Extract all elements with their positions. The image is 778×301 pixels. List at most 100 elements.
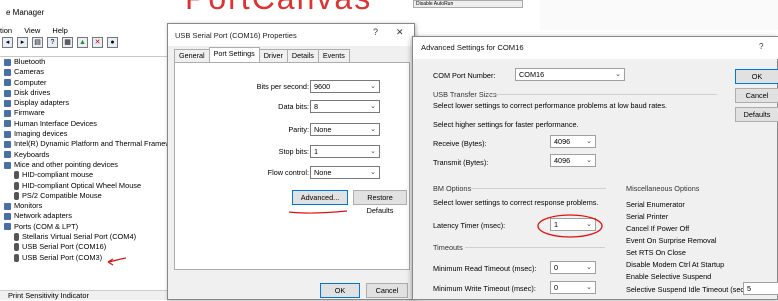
com-port-select[interactable]: COM16 ⌄ <box>515 68 625 81</box>
misc-enable-selective-suspend[interactable]: Enable Selective Suspend <box>626 272 711 281</box>
advanced-defaults-button[interactable]: Defaults <box>735 107 778 122</box>
menu-action[interactable]: tion <box>0 26 12 35</box>
tree-item-label: Intel(R) Dynamic Platform and Thermal Fr… <box>14 139 182 149</box>
device-icon <box>4 130 11 138</box>
tree-item[interactable]: Cameras <box>0 67 170 77</box>
write-timeout-value: 0 <box>554 283 559 292</box>
properties-ok-button[interactable]: OK <box>320 283 360 298</box>
stop-bits-select[interactable]: 1 ⌄ <box>310 145 380 158</box>
tab-events[interactable]: Events <box>317 49 350 62</box>
background-canvas <box>540 0 778 30</box>
misc-disable-modem-ctrl[interactable]: Disable Modem Ctrl At Startup <box>626 260 724 269</box>
tree-item[interactable]: Keyboards <box>0 150 170 160</box>
device-icon <box>14 243 19 252</box>
write-timeout-select[interactable]: 0 ⌄ <box>550 281 596 294</box>
tree-item[interactable]: Firmware <box>0 108 170 118</box>
group-divider <box>487 94 717 95</box>
device-icon <box>14 171 19 180</box>
device-manager-window: e Manager tion View Help ◂ ▸ ▤ ? ▦ ▲ ✕ ●… <box>0 0 181 300</box>
advanced-button[interactable]: Advanced... <box>292 190 348 205</box>
com-port-value: COM16 <box>519 70 545 79</box>
properties-cancel-button[interactable]: Cancel <box>366 283 408 298</box>
tree-item[interactable]: USB Serial Port (COM3) <box>0 253 170 263</box>
menu-view[interactable]: View <box>24 26 40 35</box>
flow-control-select[interactable]: None ⌄ <box>310 166 380 179</box>
close-button[interactable]: ✕ <box>396 27 404 38</box>
tab-general[interactable]: General <box>174 49 210 62</box>
data-bits-select[interactable]: 8 ⌄ <box>310 100 380 113</box>
advanced-settings-dialog: Advanced Settings for COM16 ? COM Port N… <box>412 36 778 300</box>
tree-item[interactable]: Monitors <box>0 201 170 211</box>
tree-item-label: Imaging devices <box>14 129 68 139</box>
tree-item[interactable]: HID-compliant Optical Wheel Mouse <box>0 181 170 191</box>
read-timeout-select[interactable]: 0 ⌄ <box>550 261 596 274</box>
selective-suspend-idle-input[interactable]: 5 <box>743 282 778 295</box>
flow-control-value: None <box>314 168 332 177</box>
bm-options-title: BM Options <box>433 184 472 193</box>
bits-per-second-value: 9600 <box>314 82 331 91</box>
tree-item[interactable]: Intel(R) Dynamic Platform and Thermal Fr… <box>0 139 181 149</box>
tree-item[interactable]: Stellaris Virtual Serial Port (COM4) <box>0 232 170 242</box>
misc-serial-printer[interactable]: Serial Printer <box>626 212 668 221</box>
advanced-cancel-button[interactable]: Cancel <box>735 88 778 103</box>
chevron-down-icon: ⌄ <box>586 138 592 145</box>
help-button[interactable]: ? <box>759 42 763 51</box>
tree-item[interactable]: Bluetooth <box>0 57 170 67</box>
parity-select[interactable]: None ⌄ <box>310 123 380 136</box>
chevron-down-icon: ⌄ <box>370 169 376 176</box>
port-settings-page: Bits per second: 9600 ⌄ Data bits: 8 ⌄ Par… <box>174 62 410 270</box>
tree-item[interactable]: Computer <box>0 78 170 88</box>
flow-control-row: Flow control: None ⌄ <box>175 166 405 180</box>
tree-item-label: Mice and other pointing devices <box>14 159 118 169</box>
tree-item[interactable]: Human Interface Devices <box>0 119 170 129</box>
tree-item[interactable]: PS/2 Compatible Mouse <box>0 191 170 201</box>
tree-item[interactable]: Disk drives <box>0 88 170 98</box>
chevron-down-icon: ⌄ <box>586 157 592 164</box>
disable-icon[interactable]: ● <box>107 37 118 48</box>
misc-set-rts-on-close[interactable]: Set RTS On Close <box>626 248 686 257</box>
uninstall-icon[interactable]: ✕ <box>92 37 103 48</box>
chevron-down-icon: ⌄ <box>370 126 376 133</box>
annotation-circle <box>537 214 603 238</box>
misc-event-on-surprise-removal[interactable]: Event On Surprise Removal <box>626 236 716 245</box>
device-icon <box>4 202 11 210</box>
chevron-down-icon: ⌄ <box>586 284 592 291</box>
chevron-down-icon: ⌄ <box>370 148 376 155</box>
receive-value: 4096 <box>554 137 571 146</box>
bits-per-second-select[interactable]: 9600 ⌄ <box>310 80 380 93</box>
restore-defaults-button[interactable]: Restore Defaults <box>353 190 407 215</box>
tree-item[interactable]: Imaging devices <box>0 129 170 139</box>
back-icon[interactable]: ◂ <box>2 37 13 48</box>
data-bits-value: 8 <box>314 102 319 111</box>
scan-icon[interactable]: ▦ <box>62 37 73 48</box>
tree-item-label: Bluetooth <box>14 57 46 66</box>
tree-item[interactable]: Mice and other pointing devices <box>0 160 170 170</box>
tab-port-settings[interactable]: Port Settings <box>208 47 260 62</box>
properties-icon[interactable]: ▤ <box>32 37 43 48</box>
tree-item[interactable]: Ports (COM & LPT) <box>0 222 170 232</box>
menu-help[interactable]: Help <box>52 26 67 35</box>
help-icon[interactable]: ? <box>47 37 58 48</box>
transmit-select[interactable]: 4096 ⌄ <box>550 154 596 167</box>
forward-icon[interactable]: ▸ <box>17 37 28 48</box>
tree-item-label: Network adapters <box>14 211 72 221</box>
update-driver-icon[interactable]: ▲ <box>77 37 88 48</box>
misc-serial-enumerator[interactable]: Serial Enumerator <box>626 200 685 209</box>
tree-item[interactable]: USB Serial Port (COM16) <box>0 242 170 252</box>
misc-cancel-if-power-off[interactable]: Cancel If Power Off <box>626 224 689 233</box>
device-icon <box>4 79 11 87</box>
device-manager-title: e Manager <box>6 8 45 17</box>
misc-options-title: Miscellaneous Options <box>626 184 700 193</box>
tab-driver[interactable]: Driver <box>258 49 288 62</box>
tree-item[interactable]: HID-compliant mouse <box>0 170 170 180</box>
help-button[interactable]: ? <box>373 27 378 37</box>
tree-item[interactable]: Network adapters <box>0 211 170 221</box>
advanced-ok-button[interactable]: OK <box>735 69 778 84</box>
tree-item[interactable]: Display adapters <box>0 98 170 108</box>
group-divider <box>465 247 605 248</box>
tree-item-label: Cameras <box>14 67 44 77</box>
receive-select[interactable]: 4096 ⌄ <box>550 135 596 148</box>
tab-details[interactable]: Details <box>286 49 319 62</box>
receive-label: Receive (Bytes): <box>433 139 487 148</box>
parity-value: None <box>314 125 332 134</box>
